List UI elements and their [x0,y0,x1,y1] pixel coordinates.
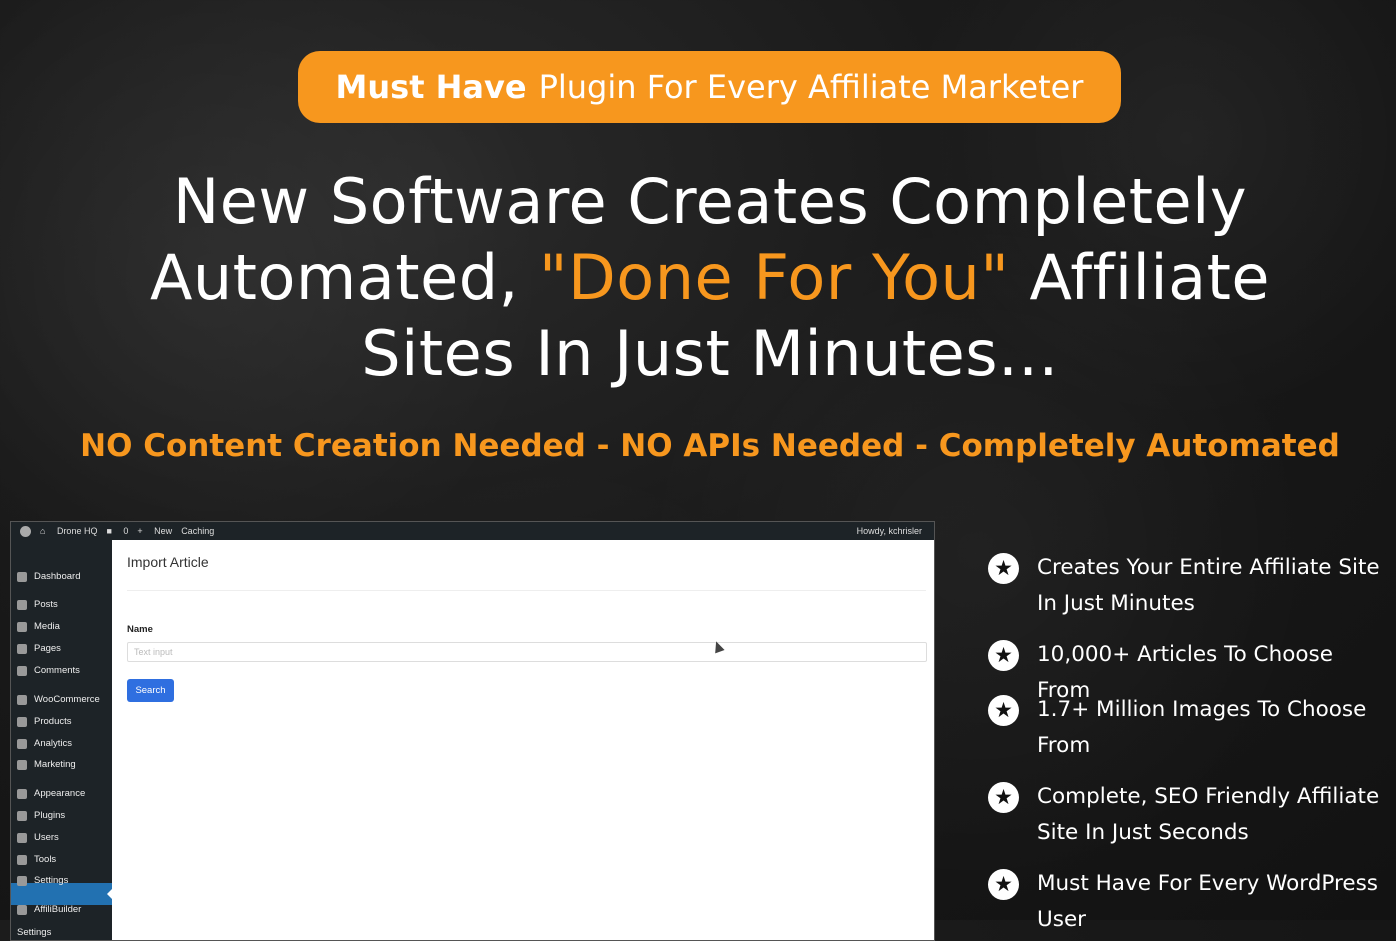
plugins-icon [17,810,27,821]
users-icon [17,832,27,843]
headline: New Software Creates Completely Automate… [60,164,1360,392]
headline-line-3: Sites In Just Minutes... [361,317,1059,390]
pages-icon [17,643,27,654]
sidebar-item-label: Dashboard [34,571,81,582]
wp-admin-bar: ⌂ Drone HQ ■ 0 + New Caching Howdy, kchr… [11,522,934,540]
headline-line-1: New Software Creates Completely [172,165,1248,238]
sidebar-item-label: Products [34,716,72,727]
woocommerce-icon [17,694,27,705]
affilibuilder-icon [17,904,27,915]
name-input[interactable] [127,642,927,662]
appearance-icon [17,788,27,799]
dashboard-icon [17,571,27,582]
divider [127,590,926,591]
howdy-user[interactable]: Howdy, kchrisler [857,526,922,536]
sidebar-item-woocommerce[interactable]: WooCommerce [17,694,100,705]
name-label: Name [127,624,153,635]
sidebar-item-media[interactable]: Media [17,621,60,632]
sidebar-item-plugins[interactable]: Plugins [17,810,65,821]
sidebar-item-comments[interactable]: Comments [17,665,80,676]
star-icon: ★ [988,695,1019,726]
feature-text: Complete, SEO Friendly Affiliate Site In… [1037,784,1380,845]
sidebar-item-label: Pages [34,643,61,654]
sidebar-item-label: WooCommerce [34,694,100,705]
marketing-icon [17,759,27,770]
site-name-link[interactable]: ⌂ Drone HQ [40,526,97,536]
banner-pill: Must Have Plugin For Every Affiliate Mar… [298,51,1121,123]
active-menu-highlight [11,883,112,905]
feature-text: Creates Your Entire Affiliate Site In Ju… [1037,555,1380,616]
products-icon [17,716,27,727]
sidebar-item-label: Posts [34,599,58,610]
sidebar-item-label: Settings [17,927,52,938]
sidebar-item-marketing[interactable]: Marketing [17,759,76,770]
media-icon [17,621,27,632]
sidebar-item-settings[interactable]: Settings [17,927,51,938]
feature-item: ★ Complete, SEO Friendly Affiliate Site I… [988,779,1382,851]
sidebar-item-affilibuilder[interactable]: AffiliBuilder [17,904,81,915]
sidebar-item-label: Appearance [34,788,86,799]
sidebar-item-analytics[interactable]: Analytics [17,738,72,749]
sidebar-item-label: Media [34,621,60,632]
sidebar-item-label: Marketing [34,759,76,770]
sidebar-item-label: Analytics [34,738,73,749]
feature-item: ★ Must Have For Every WordPress User [988,866,1382,938]
star-icon: ★ [988,782,1019,813]
sidebar-item-appearance[interactable]: Appearance [17,788,85,799]
comments-link[interactable]: ■ 0 [106,526,128,536]
tools-icon [17,854,27,865]
headline-highlight: "Done For You" [539,241,1010,314]
settings-icon [17,875,27,886]
new-link[interactable]: + New [137,526,172,536]
comment-icon [17,665,27,676]
sidebar-item-label: AffiliBuilder [34,904,82,915]
sidebar-item-label: Settings [34,875,69,886]
headline-line-2-post: Affiliate [1009,241,1271,314]
pin-icon [17,599,27,610]
star-icon: ★ [988,869,1019,900]
feature-item: ★ Creates Your Entire Affiliate Site In J… [988,550,1382,622]
sidebar-item-settings[interactable]: Settings [17,875,68,886]
sidebar-item-label: Plugins [34,810,66,821]
feature-item: ★ 1.7+ Million Images To Choose From [988,692,1382,764]
banner-text: Plugin For Every Affiliate Marketer [538,68,1084,106]
wp-sidebar: Dashboard Posts Media Pages Comments WooComme… [11,540,113,940]
sidebar-item-pages[interactable]: Pages [17,643,61,654]
headline-line-2-pre: Automated, [149,241,540,314]
sidebar-item-label: Users [34,832,59,843]
sidebar-item-label: Comments [34,665,80,676]
search-button[interactable]: Search [127,679,174,702]
caching-link[interactable]: Caching [181,526,214,536]
analytics-icon [17,738,27,749]
headline-line-2: Automated, "Done For You" Affiliate [60,240,1360,316]
sidebar-item-dashboard[interactable]: Dashboard [17,571,80,582]
wp-logo-icon[interactable] [20,525,31,537]
feature-text: Must Have For Every WordPress User [1037,871,1378,932]
sidebar-item-posts[interactable]: Posts [17,599,58,610]
sidebar-item-label: Tools [34,854,57,865]
product-screenshot: ⌂ Drone HQ ■ 0 + New Caching Howdy, kchr… [10,521,935,941]
feature-text: 1.7+ Million Images To Choose From [1037,697,1367,758]
sidebar-item-tools[interactable]: Tools [17,854,56,865]
sidebar-item-products[interactable]: Products [17,716,72,727]
subheadline: NO Content Creation Needed - NO APIs Nee… [80,428,1340,464]
star-icon: ★ [988,553,1019,584]
star-icon: ★ [988,640,1019,671]
banner-bold: Must Have [335,68,527,106]
sidebar-item-users[interactable]: Users [17,832,59,843]
wp-content: Import Article Name Search [112,540,934,940]
page-title: Import Article [127,554,209,570]
